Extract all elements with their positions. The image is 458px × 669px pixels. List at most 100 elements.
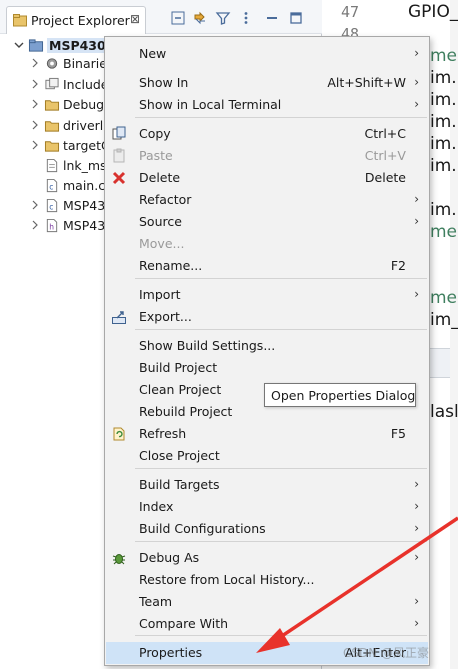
- menu-item-close-project[interactable]: Close Project: [106, 445, 428, 467]
- code-line: GPIO_: [408, 2, 458, 22]
- menu-item-label: Restore from Local History...: [139, 572, 315, 587]
- menu-separator: [135, 117, 427, 118]
- filter-icon[interactable]: [215, 10, 231, 26]
- menu-item-label: Source: [139, 214, 182, 229]
- menu-item-build-project[interactable]: Build Project: [106, 357, 428, 379]
- tree-item-label: lnk_ms: [63, 158, 107, 173]
- menu-item-export[interactable]: Export...: [106, 306, 428, 328]
- code-line: im.: [430, 112, 457, 132]
- menu-separator: [135, 278, 427, 279]
- tab-label: Project Explorer: [31, 13, 130, 28]
- tooltip-text: Open Properties Dialog: [271, 388, 416, 403]
- menu-item-label: Refresh: [139, 426, 187, 441]
- menu-item-label: Show Build Settings...: [139, 338, 276, 353]
- chevron-right-icon[interactable]: [30, 140, 40, 150]
- chevron-right-icon[interactable]: [30, 160, 40, 170]
- paste-icon: [113, 148, 125, 163]
- tree-item-label: Debug: [63, 97, 105, 112]
- submenu-arrow-icon: ›: [414, 192, 419, 206]
- menu-item-show-build-settings[interactable]: Show Build Settings...: [106, 335, 428, 357]
- view-menu-icon[interactable]: [238, 10, 254, 26]
- code-line: mer: [430, 222, 458, 242]
- copy-icon: [112, 126, 126, 140]
- menu-item-refactor[interactable]: Refactor ›: [106, 189, 428, 211]
- tree-item-label: driverli: [63, 118, 107, 133]
- tooltip: Open Properties Dialog: [264, 383, 416, 407]
- project-icon: [28, 39, 44, 52]
- menu-item-label: Build Project: [139, 360, 218, 375]
- menu-item-show-in[interactable]: Show In Alt+Shift+W ›: [106, 72, 428, 94]
- file-icon: [46, 158, 58, 173]
- menu-item-label: Paste: [139, 148, 173, 163]
- menu-item-shortcut: Alt+Shift+W: [327, 75, 406, 90]
- menu-item-compare-with[interactable]: Compare With ›: [106, 613, 428, 635]
- menu-item-copy[interactable]: Copy Ctrl+C: [106, 123, 428, 145]
- submenu-arrow-icon: ›: [414, 287, 419, 301]
- menu-item-shortcut: F2: [390, 258, 406, 273]
- context-menu: New › Show In Alt+Shift+W › Show in Local Ter…: [104, 36, 430, 666]
- chevron-right-icon[interactable]: [30, 58, 40, 68]
- menu-item-label: Show In: [139, 75, 189, 90]
- menu-item-label: New: [139, 46, 167, 61]
- menu-item-index[interactable]: Index ›: [106, 496, 428, 518]
- code-line: im.: [430, 200, 457, 220]
- minimize-icon[interactable]: [264, 10, 280, 26]
- chevron-right-icon[interactable]: [30, 99, 40, 109]
- menu-item-label: Build Configurations: [139, 521, 266, 536]
- project-explorer-tab[interactable]: Project Explorer ⊠: [6, 6, 146, 34]
- menu-item-source[interactable]: Source ›: [106, 211, 428, 233]
- menu-item-rename[interactable]: Rename... F2: [106, 255, 428, 277]
- menu-item-label: Clean Project: [139, 382, 222, 397]
- chevron-right-icon[interactable]: [30, 120, 40, 130]
- code-line: mer: [430, 46, 458, 66]
- menu-item-build-configurations[interactable]: Build Configurations ›: [106, 518, 428, 540]
- chevron-right-icon[interactable]: [30, 79, 40, 89]
- menu-item-shortcut: F5: [390, 426, 406, 441]
- chevron-right-icon[interactable]: [30, 200, 40, 210]
- menu-item-label: Delete: [139, 170, 181, 185]
- delete-icon: [112, 171, 126, 185]
- menu-item-import[interactable]: Import ›: [106, 284, 428, 306]
- menu-item-build-targets[interactable]: Build Targets ›: [106, 474, 428, 496]
- submenu-arrow-icon: ›: [414, 97, 419, 111]
- maximize-icon[interactable]: [288, 10, 304, 26]
- menu-item-team[interactable]: Team ›: [106, 591, 428, 613]
- menu-item-label: Export...: [139, 309, 192, 324]
- c-file-icon: c: [46, 198, 58, 213]
- menu-item-label: Properties: [139, 645, 203, 660]
- menu-item-move: Move...: [106, 233, 428, 255]
- tree-item-label: MSP43: [63, 198, 106, 213]
- collapse-all-icon[interactable]: [170, 10, 186, 26]
- submenu-arrow-icon: ›: [414, 477, 419, 491]
- code-line: im.: [430, 68, 457, 88]
- submenu-arrow-icon: ›: [414, 550, 419, 564]
- submenu-arrow-icon: ›: [414, 75, 419, 89]
- submenu-arrow-icon: ›: [414, 499, 419, 513]
- menu-item-shortcut: Ctrl+V: [364, 148, 406, 163]
- menu-item-debug-as[interactable]: Debug As ›: [106, 547, 428, 569]
- chevron-right-icon[interactable]: [30, 220, 40, 230]
- menu-item-label: Copy: [139, 126, 171, 141]
- menu-item-show-in-local-terminal[interactable]: Show in Local Terminal ›: [106, 94, 428, 116]
- menu-item-label: Rebuild Project: [139, 404, 233, 419]
- submenu-arrow-icon: ›: [414, 521, 419, 535]
- svg-text:c: c: [49, 202, 53, 211]
- menu-item-label: Index: [139, 499, 174, 514]
- menu-item-restore-from-local-history[interactable]: Restore from Local History...: [106, 569, 428, 591]
- menu-item-label: Show in Local Terminal: [139, 97, 282, 112]
- folder-icon: [44, 141, 60, 152]
- menu-item-label: Move...: [139, 236, 185, 251]
- menu-item-refresh[interactable]: Refresh F5: [106, 423, 428, 445]
- menu-item-delete[interactable]: Delete Delete: [106, 167, 428, 189]
- submenu-arrow-icon: ›: [414, 46, 419, 60]
- chevron-right-icon[interactable]: [30, 180, 40, 190]
- close-icon[interactable]: ⊠: [130, 12, 140, 26]
- chevron-down-icon[interactable]: [14, 40, 24, 50]
- link-with-editor-icon[interactable]: [192, 10, 208, 26]
- code-line: im.: [430, 156, 457, 176]
- menu-item-shortcut: Ctrl+C: [364, 126, 406, 141]
- menu-item-new[interactable]: New ›: [106, 43, 428, 65]
- tree-item-label: Binarie: [63, 56, 107, 71]
- menu-item-label: Rename...: [139, 258, 203, 273]
- folder-icon: [44, 100, 60, 111]
